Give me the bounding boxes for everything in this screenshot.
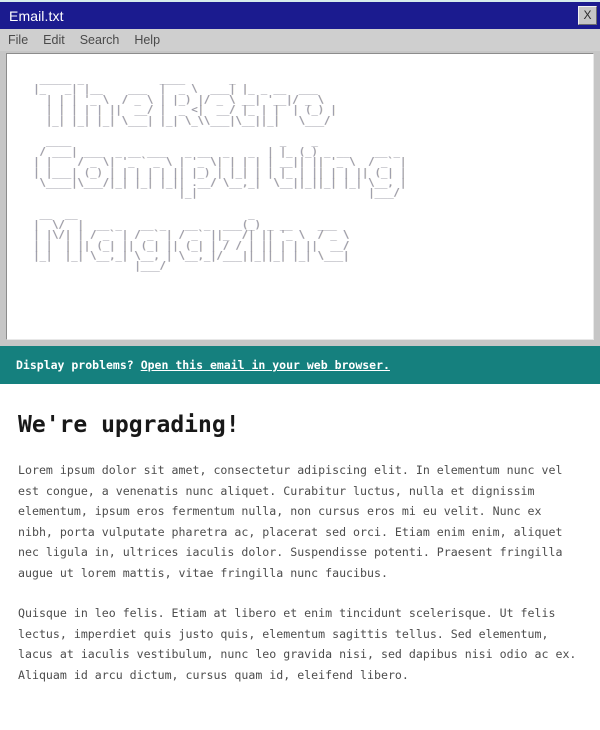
- ascii-art-pane: _____ _ ____ _ |_ _| |__ ___ | _ \ ___| …: [6, 53, 594, 340]
- menu-item-search[interactable]: Search: [80, 33, 120, 47]
- display-problems-label: Display problems?: [16, 358, 134, 372]
- page-title: We're upgrading!: [18, 412, 240, 438]
- body-paragraph-2: Quisque in leo felis. Etiam at libero et…: [18, 606, 577, 682]
- body-paragraph-1: Lorem ipsum dolor sit amet, consectetur …: [18, 463, 563, 580]
- notepad-window: Email.txt X File Edit Search Help _____ …: [0, 0, 600, 730]
- open-in-browser-link[interactable]: Open this email in your web browser.: [141, 358, 390, 372]
- menu-item-file[interactable]: File: [8, 33, 28, 47]
- menu-item-help[interactable]: Help: [134, 33, 160, 47]
- window-title: Email.txt: [9, 7, 64, 24]
- display-problems-banner: Display problems? Open this email in you…: [0, 346, 600, 384]
- ascii-art-masthead: _____ _ ____ _ |_ _| |__ ___ | _ \ ___| …: [33, 73, 407, 273]
- close-icon[interactable]: X: [578, 6, 597, 25]
- menu-bar: File Edit Search Help: [0, 29, 600, 51]
- email-body: We're upgrading! Lorem ipsum dolor sit a…: [0, 384, 600, 730]
- menu-item-edit[interactable]: Edit: [43, 33, 65, 47]
- window-title-bar: Email.txt X: [0, 2, 600, 29]
